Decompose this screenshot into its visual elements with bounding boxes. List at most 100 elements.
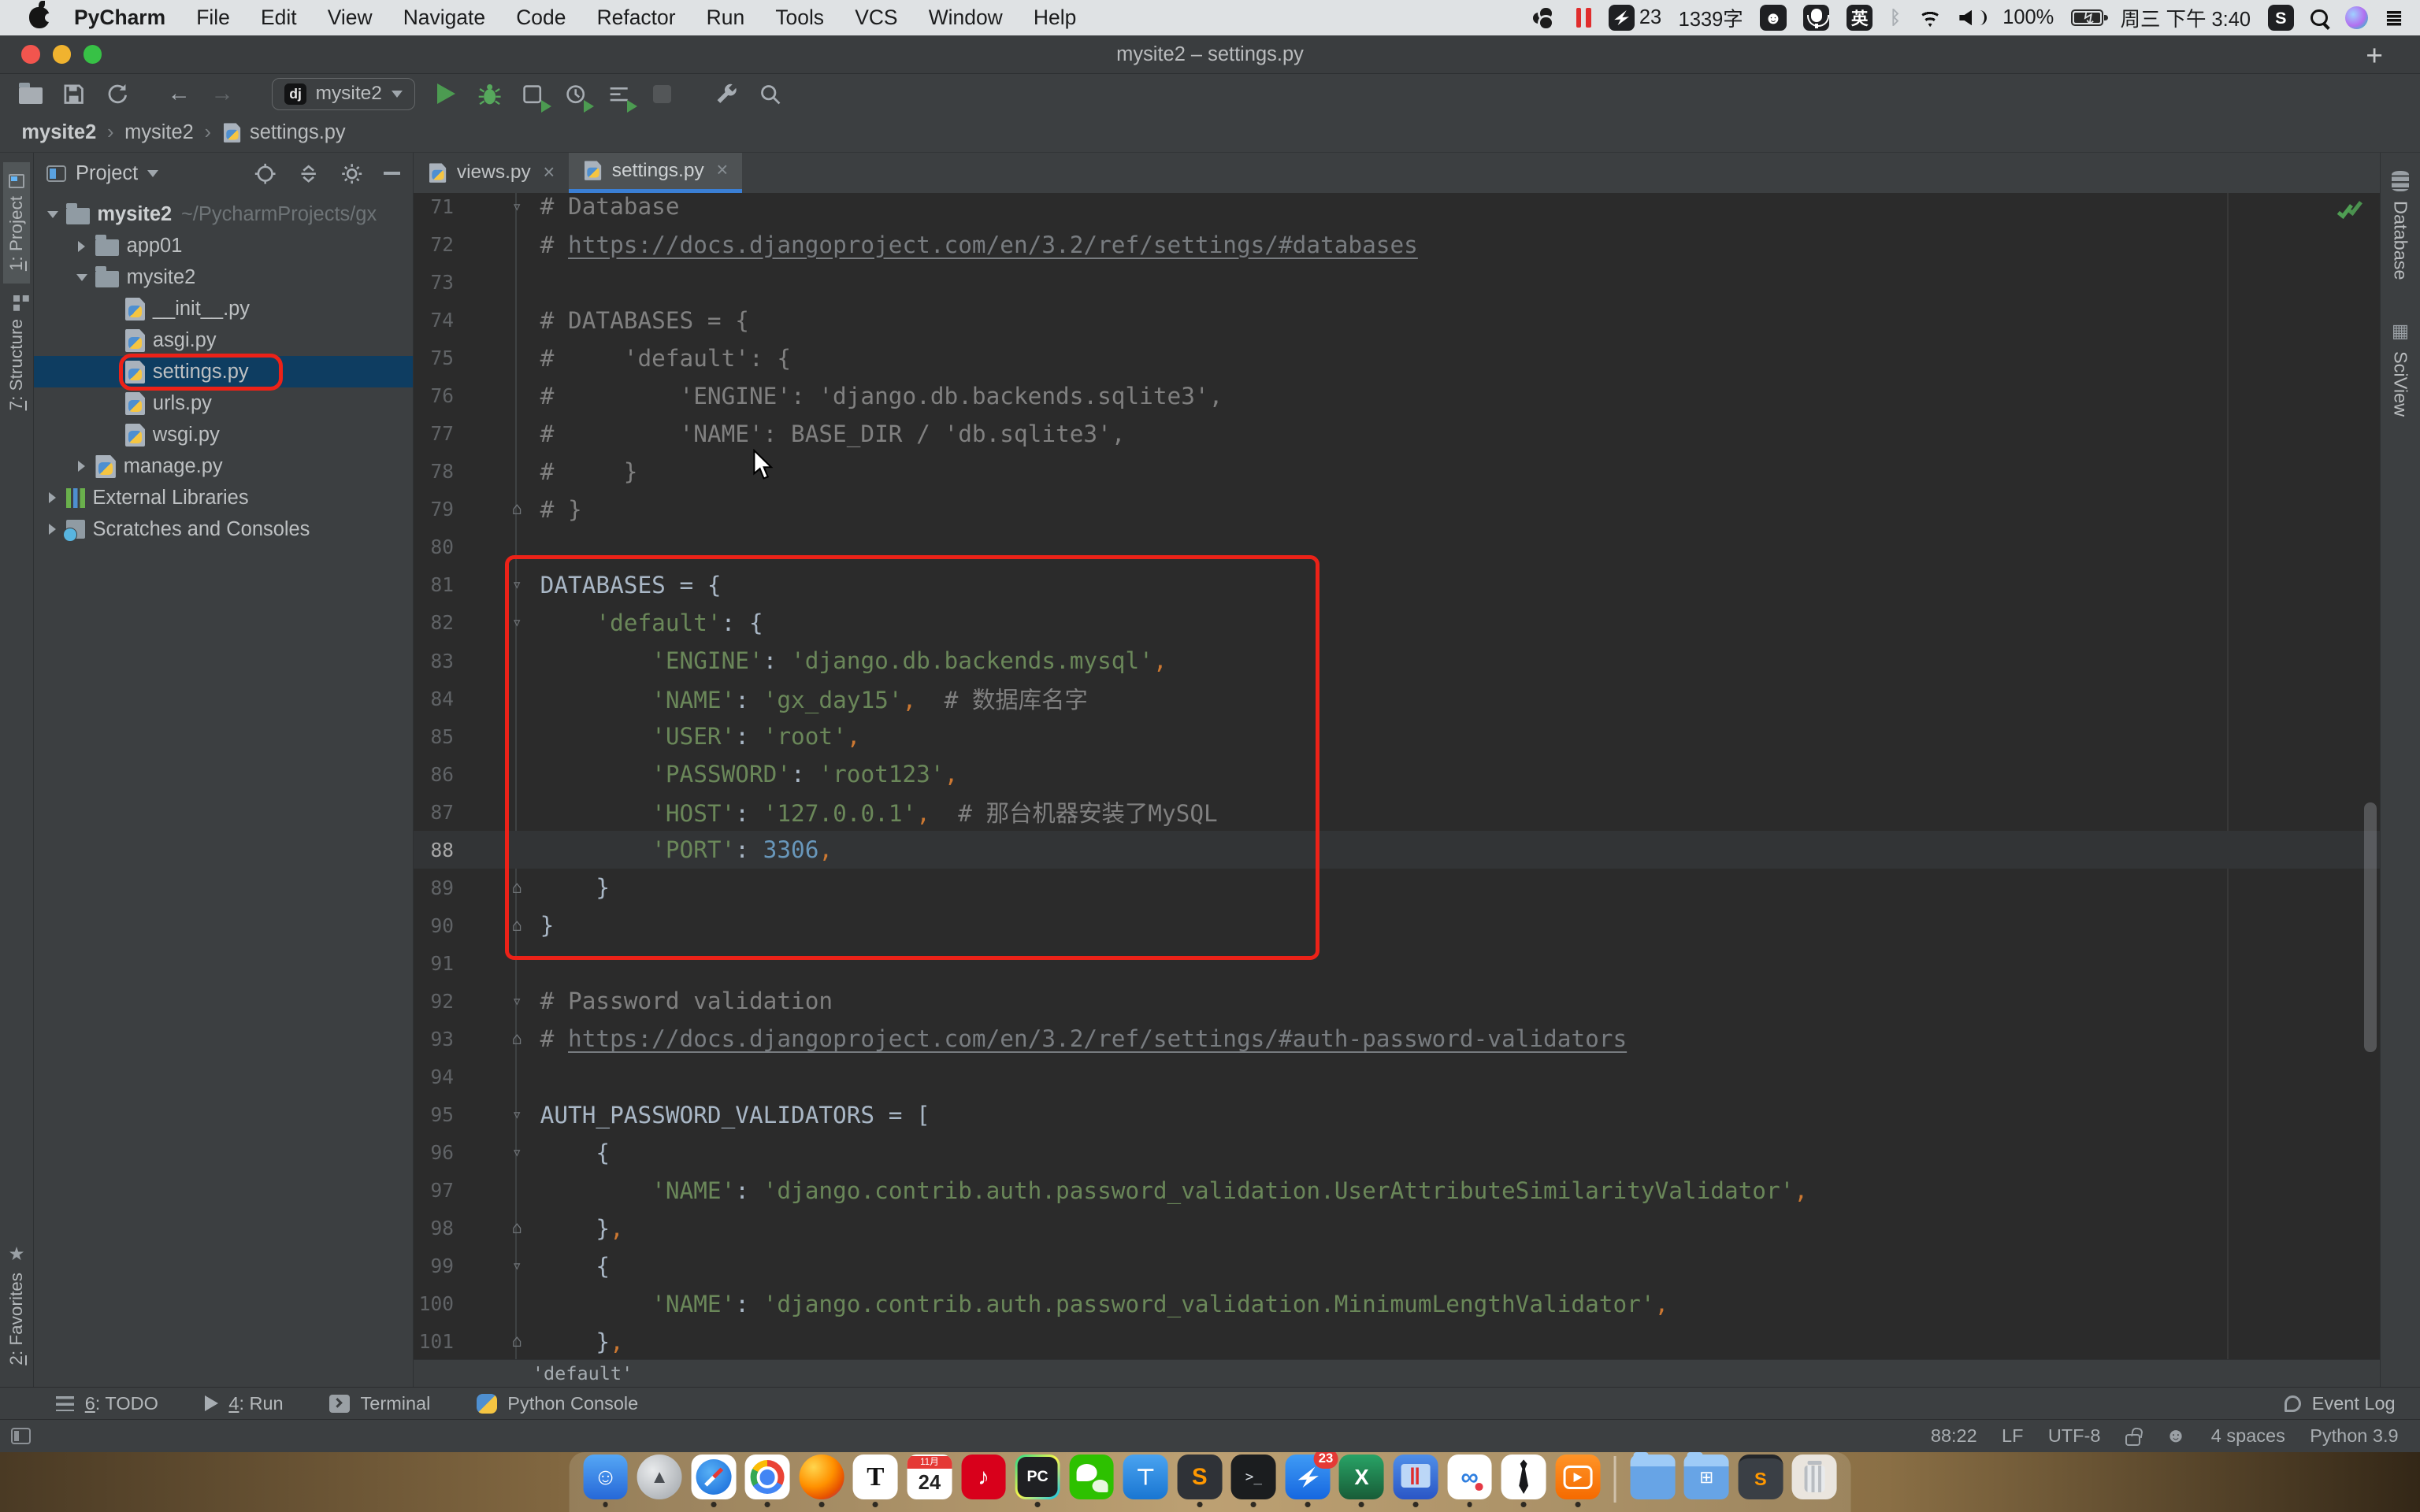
code-line-90[interactable]: 90⌂}	[414, 906, 2380, 944]
dock-item-trash[interactable]	[1791, 1455, 1839, 1507]
tree-item-mysite2[interactable]: mysite2	[34, 262, 413, 294]
code-line-95[interactable]: 95▿AUTH_PASSWORD_VALIDATORS = [	[414, 1096, 2380, 1134]
siri-icon[interactable]	[2345, 6, 2368, 29]
breadcrumb-item[interactable]: mysite2	[21, 121, 96, 144]
line-number[interactable]: 84	[414, 687, 463, 710]
tree-chevron-right-icon[interactable]	[72, 461, 91, 472]
tool-stripe-sciview[interactable]: ▦ SciView	[2390, 320, 2411, 417]
dingtalk-menubar-icon[interactable]: 23	[1609, 5, 1661, 31]
breadcrumb-item[interactable]: settings.py	[250, 121, 346, 144]
app-s-menubar-icon[interactable]: S	[2268, 5, 2294, 31]
fold-marker-open-icon[interactable]: ▿	[507, 1143, 528, 1162]
menu-item-tools[interactable]: Tools	[760, 6, 840, 29]
dock-item-finder[interactable]: ☺	[581, 1455, 629, 1507]
tree-chevron-right-icon[interactable]	[72, 241, 91, 252]
line-number[interactable]: 78	[414, 460, 463, 483]
dock-item-knot-app[interactable]: ∞	[1446, 1455, 1494, 1507]
line-number[interactable]: 85	[414, 725, 463, 748]
code-line-96[interactable]: 96▿ {	[414, 1134, 2380, 1172]
menu-item-edit[interactable]: Edit	[245, 6, 312, 29]
tree-item-mysite2[interactable]: mysite2~/PycharmProjects/gx	[34, 199, 413, 231]
tree-item--init-py[interactable]: __init__.py	[34, 294, 413, 325]
close-tab-icon[interactable]: ×	[543, 161, 555, 184]
dock-item-douyu-tv[interactable]	[1553, 1455, 1602, 1507]
line-number[interactable]: 89	[414, 876, 463, 899]
fold-marker-open-icon[interactable]: ▿	[507, 1105, 528, 1125]
profiler-button[interactable]	[560, 79, 591, 109]
line-number[interactable]: 77	[414, 422, 463, 445]
dock-item-dingtalk[interactable]: 23	[1284, 1455, 1332, 1507]
code-line-91[interactable]: 91	[414, 944, 2380, 982]
code-line-97[interactable]: 97 'NAME': 'django.contrib.auth.password…	[414, 1172, 2380, 1210]
bluetooth-icon[interactable]: ᛒ	[1890, 7, 1901, 28]
code-line-81[interactable]: 81▿DATABASES = {	[414, 566, 2380, 604]
breadcrumb-item[interactable]: mysite2	[124, 121, 194, 144]
tree-chevron-right-icon[interactable]	[43, 524, 62, 535]
chevron-down-icon[interactable]	[147, 170, 158, 177]
dock-item-calendar[interactable]: 11月24	[906, 1455, 954, 1507]
dock-item-typora[interactable]: T	[852, 1455, 900, 1507]
volume-icon[interactable]	[1959, 9, 1985, 28]
toolwindow-toggle-icon[interactable]	[11, 1428, 31, 1445]
fold-marker-open-icon[interactable]: ▿	[507, 613, 528, 632]
gear-icon[interactable]	[340, 162, 363, 185]
tree-chevron-down-icon[interactable]	[72, 274, 91, 281]
locate-file-button[interactable]	[254, 162, 277, 185]
battery-icon[interactable]: ↯	[2071, 9, 2103, 27]
menu-item-vcs[interactable]: VCS	[840, 6, 914, 29]
fold-marker-open-icon[interactable]: ▿	[507, 575, 528, 595]
dock-item-chrome[interactable]	[744, 1455, 792, 1507]
close-window-button[interactable]	[21, 45, 40, 64]
line-number[interactable]: 95	[414, 1103, 463, 1126]
dock-item-safari[interactable]	[689, 1455, 737, 1507]
notification-center-icon[interactable]: ≣	[2385, 6, 2401, 31]
dock-item-stack-sublime[interactable]: S	[1736, 1455, 1784, 1507]
line-number[interactable]: 82	[414, 611, 463, 634]
minimize-window-button[interactable]	[53, 45, 72, 64]
tree-item-wsgi-py[interactable]: wsgi.py	[34, 419, 413, 450]
link[interactable]: https://docs.djangoproject.com/en/3.2/re…	[568, 1025, 1627, 1052]
wifi-icon[interactable]	[1917, 9, 1942, 28]
dock-item-wechat[interactable]	[1067, 1455, 1115, 1507]
tab-views-py[interactable]: views.py×	[414, 153, 569, 193]
editor-breadcrumb[interactable]: 'default'	[414, 1359, 2380, 1387]
menu-item-file[interactable]: File	[181, 6, 246, 29]
pause-indicator-icon[interactable]	[1576, 8, 1592, 28]
tab-settings-py[interactable]: settings.py×	[569, 153, 742, 193]
dock-item-tie-app[interactable]	[1500, 1455, 1548, 1507]
code-line-71[interactable]: 71▿# Database	[414, 193, 2380, 226]
fold-marker-open-icon[interactable]: ▿	[507, 197, 528, 217]
code-line-88[interactable]: 88 'PORT': 3306,	[414, 831, 2380, 869]
line-number[interactable]: 75	[414, 346, 463, 369]
dictation-icon[interactable]	[1803, 5, 1829, 31]
tool-stripe-database[interactable]: Database	[2390, 171, 2411, 280]
stop-button[interactable]	[647, 79, 677, 109]
tree-item-scratches-and-consoles[interactable]: Scratches and Consoles	[34, 513, 413, 545]
line-number[interactable]: 97	[414, 1179, 463, 1202]
dock-item-folder-windows[interactable]: ⊞	[1683, 1455, 1731, 1507]
code-line-73[interactable]: 73	[414, 264, 2380, 302]
line-separator[interactable]: LF	[2002, 1425, 2023, 1447]
line-number[interactable]: 79	[414, 498, 463, 521]
search-everywhere-button[interactable]	[755, 79, 785, 109]
cluster-status-icon[interactable]	[1533, 8, 1559, 28]
tree-item-settings-py[interactable]: settings.py	[34, 356, 413, 387]
code-line-94[interactable]: 94	[414, 1058, 2380, 1096]
run-button[interactable]	[431, 79, 462, 109]
toolwindow-run[interactable]: 4: Run	[205, 1393, 284, 1414]
open-button[interactable]	[16, 79, 46, 109]
menu-item-help[interactable]: Help	[1018, 6, 1092, 29]
line-number[interactable]: 101	[414, 1330, 463, 1353]
code-line-78[interactable]: 78# }	[414, 453, 2380, 491]
save-all-button[interactable]	[58, 79, 89, 109]
spotlight-search-icon[interactable]	[2311, 9, 2328, 27]
lock-icon[interactable]	[2125, 1434, 2141, 1447]
tree-item-urls-py[interactable]: urls.py	[34, 387, 413, 419]
input-method-english-icon[interactable]: 英	[1847, 5, 1873, 31]
tree-item-app01[interactable]: app01	[34, 231, 413, 262]
line-number[interactable]: 100	[414, 1292, 463, 1315]
link[interactable]: https://docs.djangoproject.com/en/3.2/re…	[568, 232, 1418, 258]
fullscreen-window-button[interactable]	[84, 45, 102, 64]
line-number[interactable]: 98	[414, 1217, 463, 1240]
file-encoding[interactable]: UTF-8	[2048, 1425, 2101, 1447]
